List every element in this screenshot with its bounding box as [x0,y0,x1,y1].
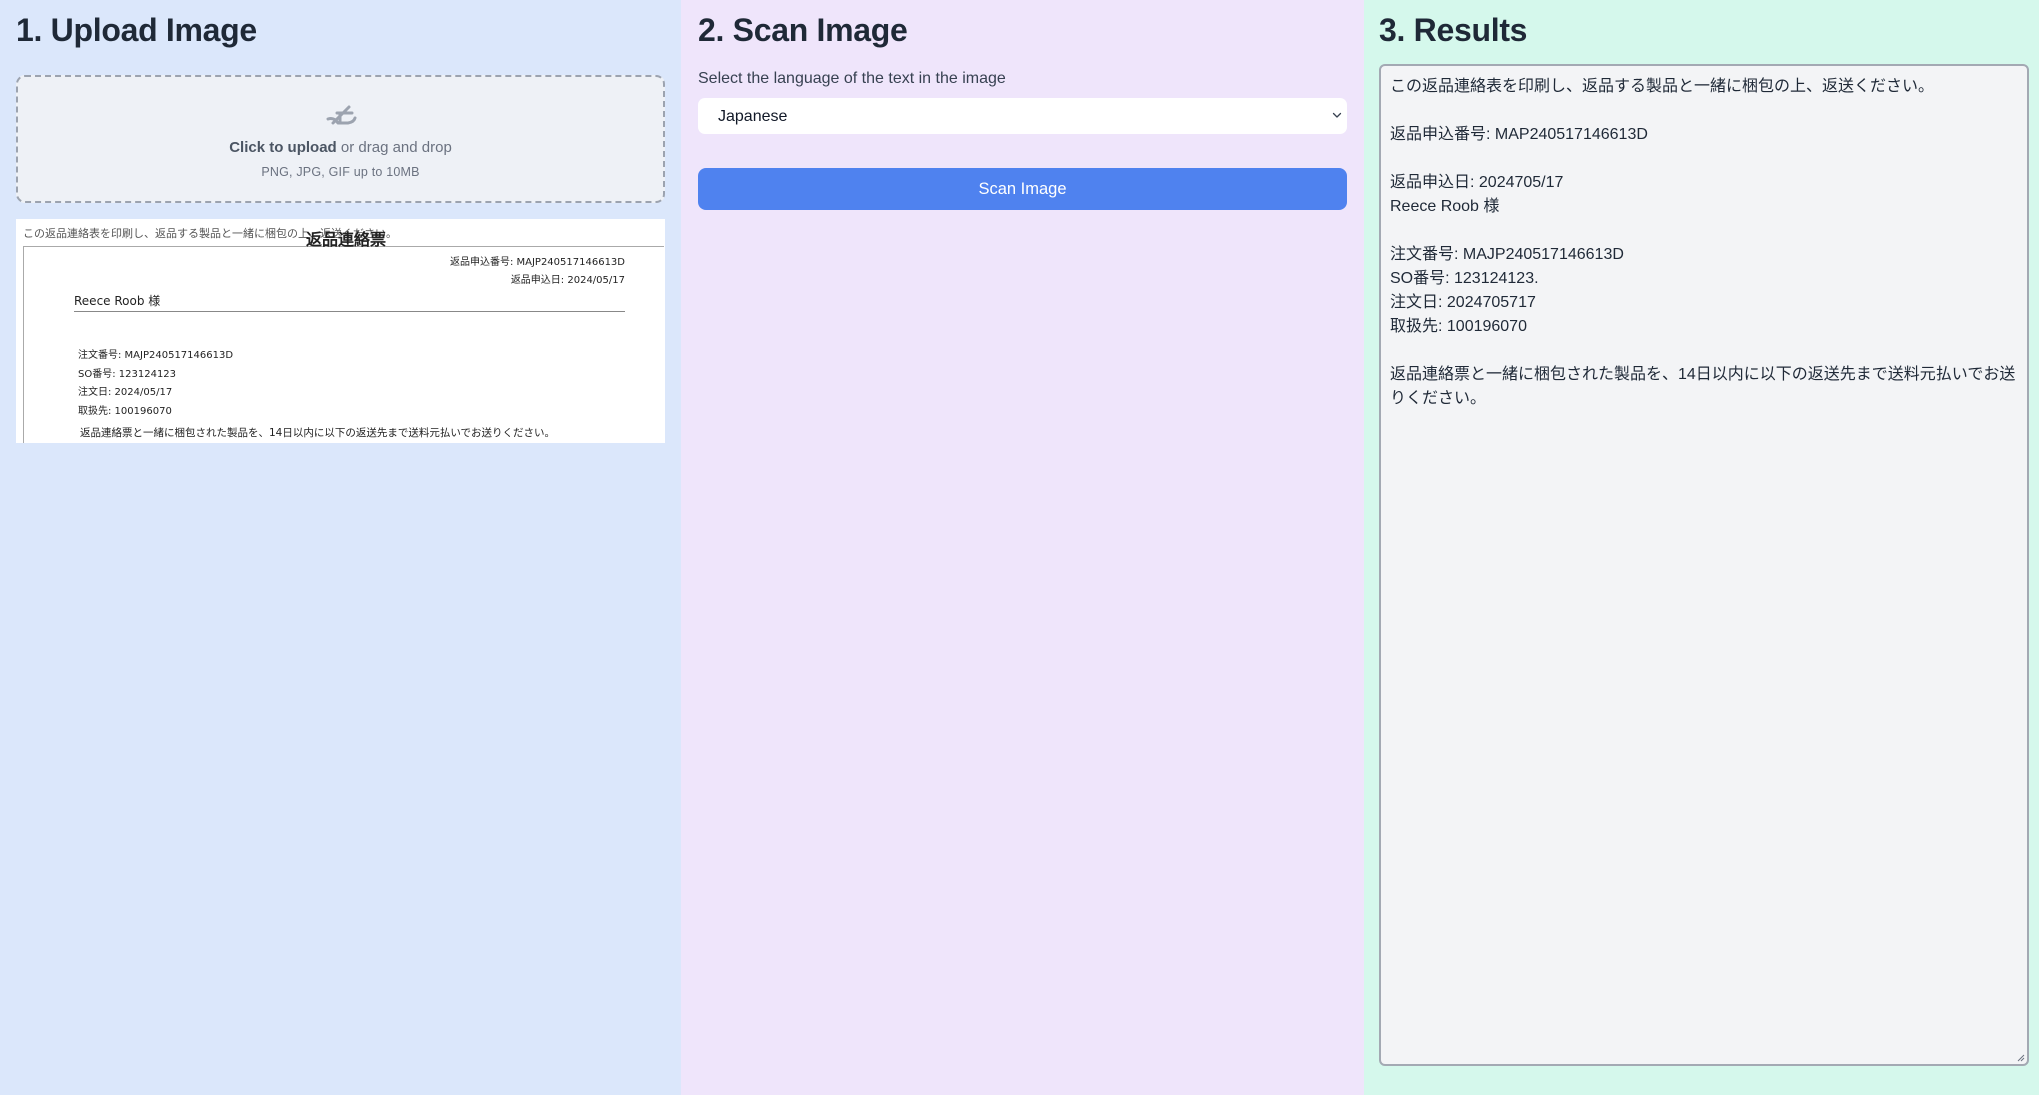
scan-image-button[interactable]: Scan Image [698,168,1347,210]
preview-customer: Reece Roob 様 [74,294,161,308]
app-root: 1. Upload Image Click to upload or drag … [0,0,2039,1095]
scan-heading: 2. Scan Image [698,12,908,48]
result-line: 注文番号: MAJP240517146613D [1390,246,1624,263]
result-line: 返品申込番号: MAP240517146613D [1390,126,1648,143]
result-line: SO番号: 123124123. [1390,270,1539,287]
result-line: 返品連絡票と一緒に梱包された製品を、14日以内に以下の返送先まで送料元払いでお送 [1390,366,2016,383]
result-line: 注文日: 2024705717 [1390,294,1536,311]
results-textarea[interactable]: この返品連絡表を印刷し、返品する製品と一緒に梱包の上、返送ください。 返品申込番号… [1379,64,2029,1066]
results-panel: 3. Results この返品連絡表を印刷し、返品する製品と一緒に梱包の上、返送… [1364,0,2039,1095]
upload-dropzone[interactable]: Click to upload or drag and drop PNG, JP… [16,75,665,203]
preview-order-no: 注文番号: MAJP240517146613D [78,350,234,361]
result-line [1390,147,2018,171]
chevron-down-icon [1332,112,1342,118]
preview-supplier: 取扱先: 100196070 [78,406,172,417]
result-line: Reece Roob 様 [1390,198,1500,215]
preview-title: 返品連絡票 [305,230,386,249]
preview-return-no: 返品申込番号: MAJP240517146613D [449,257,625,268]
image-preview: この返品連絡表を印刷し、返品する製品と一緒に梱包の上、返送ください。 返品連絡票… [16,219,665,443]
preview-note: 返品連絡票と一緒に梱包された製品を、14日以内に以下の返送先まで送料元払いでお送… [80,427,556,439]
preview-order-date: 注文日: 2024/05/17 [78,387,173,398]
upload-panel: 1. Upload Image Click to upload or drag … [0,0,681,1095]
results-heading: 3. Results [1379,12,1528,48]
result-line [1390,99,2018,123]
result-line: この返品連絡表を印刷し、返品する製品と一緒に梱包の上、返送ください。 [1390,78,1935,95]
scan-panel: 2. Scan Image Select the language of the… [681,0,1364,1095]
file-type-hint: PNG, JPG, GIF up to 10MB [261,165,420,179]
resize-handle-icon[interactable] [2015,1052,2025,1062]
upload-instructions: Click to upload or drag and drop [229,139,452,156]
upload-image-icon [326,105,356,125]
click-to-upload-link[interactable]: Click to upload [229,139,337,156]
result-line [1390,339,2018,363]
language-selected-value: Japanese [718,108,788,125]
result-line: 返品申込日: 2024705/17 [1390,174,1564,191]
drag-drop-text: or drag and drop [336,139,452,156]
language-label: Select the language of the text in the i… [698,70,1006,87]
language-select[interactable]: Japanese [698,98,1347,134]
preview-return-date: 返品申込日: 2024/05/17 [510,275,625,286]
results-text: この返品連絡表を印刷し、返品する製品と一緒に梱包の上、返送ください。 返品申込番号… [1390,75,2018,411]
preview-divider [74,311,625,312]
result-line: りください。 [1390,390,1487,407]
upload-heading: 1. Upload Image [16,12,257,48]
result-line [1390,219,2018,243]
preview-so-no: SO番号: 123124123 [78,369,177,380]
result-line: 取扱先: 100196070 [1390,318,1527,335]
